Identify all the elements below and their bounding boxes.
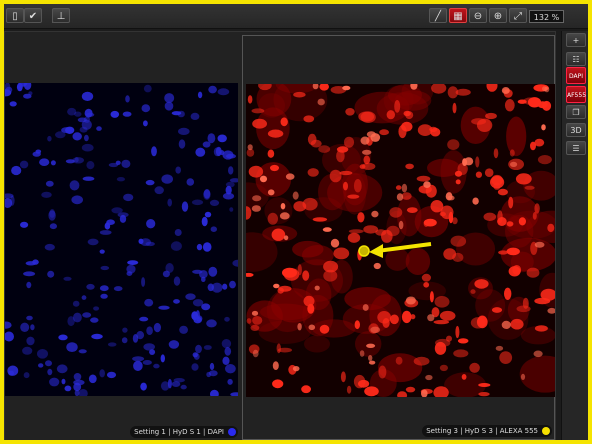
add-button[interactable]: +: [566, 33, 586, 47]
zoom-out-icon[interactable]: ⊖: [469, 8, 487, 23]
alexa-cells-image: [246, 84, 555, 397]
dapi-image[interactable]: [5, 83, 238, 396]
pencil-icon[interactable]: ╱: [429, 8, 447, 23]
fit-screen-icon[interactable]: ⤢: [509, 8, 527, 23]
split-icon[interactable]: ⊥: [52, 8, 70, 23]
view-3d-button[interactable]: 3D: [566, 123, 586, 137]
right-sidebar: + ☷ DAPI AF555 ❐ 3D ☰: [561, 31, 588, 440]
check-icon[interactable]: ✔: [24, 8, 42, 23]
alexa-color-dot[interactable]: [542, 427, 550, 435]
alexa-channel-text: Setting 3 | HyD S 3 | ALEXA 555: [426, 427, 538, 435]
app-frame: ▯ ✔ ⊥ ╱ ▦ ⊖ ⊕ ⤢ 132 % Setting 1 | HyD S …: [0, 0, 592, 444]
dapi-color-dot[interactable]: [228, 428, 236, 436]
zoom-level-field[interactable]: 132 %: [529, 10, 564, 23]
dapi-pane[interactable]: Setting 1 | HyD S 1 | DAPI: [5, 35, 238, 440]
channel-list-icon[interactable]: ☷: [566, 52, 586, 66]
alexa-pane[interactable]: Setting 3 | HyD S 3 | ALEXA 555: [242, 35, 555, 440]
panel-icon[interactable]: ▯: [6, 8, 24, 23]
zoom-in-icon[interactable]: ⊕: [489, 8, 507, 23]
overlay-list-icon[interactable]: ☰: [566, 141, 586, 155]
image-viewer: Setting 1 | HyD S 1 | DAPI Setting 3 | H…: [4, 31, 556, 440]
channel-af555-button[interactable]: AF555: [566, 86, 586, 103]
channel-dapi-button[interactable]: DAPI: [566, 67, 586, 84]
alexa-channel-label: Setting 3 | HyD S 3 | ALEXA 555: [422, 425, 552, 437]
roi-icon[interactable]: ▦: [449, 8, 467, 23]
dapi-channel-label: Setting 1 | HyD S 1 | DAPI: [130, 426, 238, 438]
layers-icon[interactable]: ❐: [566, 105, 586, 119]
top-toolbar: ▯ ✔ ⊥ ╱ ▦ ⊖ ⊕ ⤢ 132 %: [4, 4, 588, 29]
dapi-channel-text: Setting 1 | HyD S 1 | DAPI: [134, 428, 224, 436]
dapi-nuclei-image: [5, 83, 238, 396]
alexa-image[interactable]: [246, 84, 555, 397]
